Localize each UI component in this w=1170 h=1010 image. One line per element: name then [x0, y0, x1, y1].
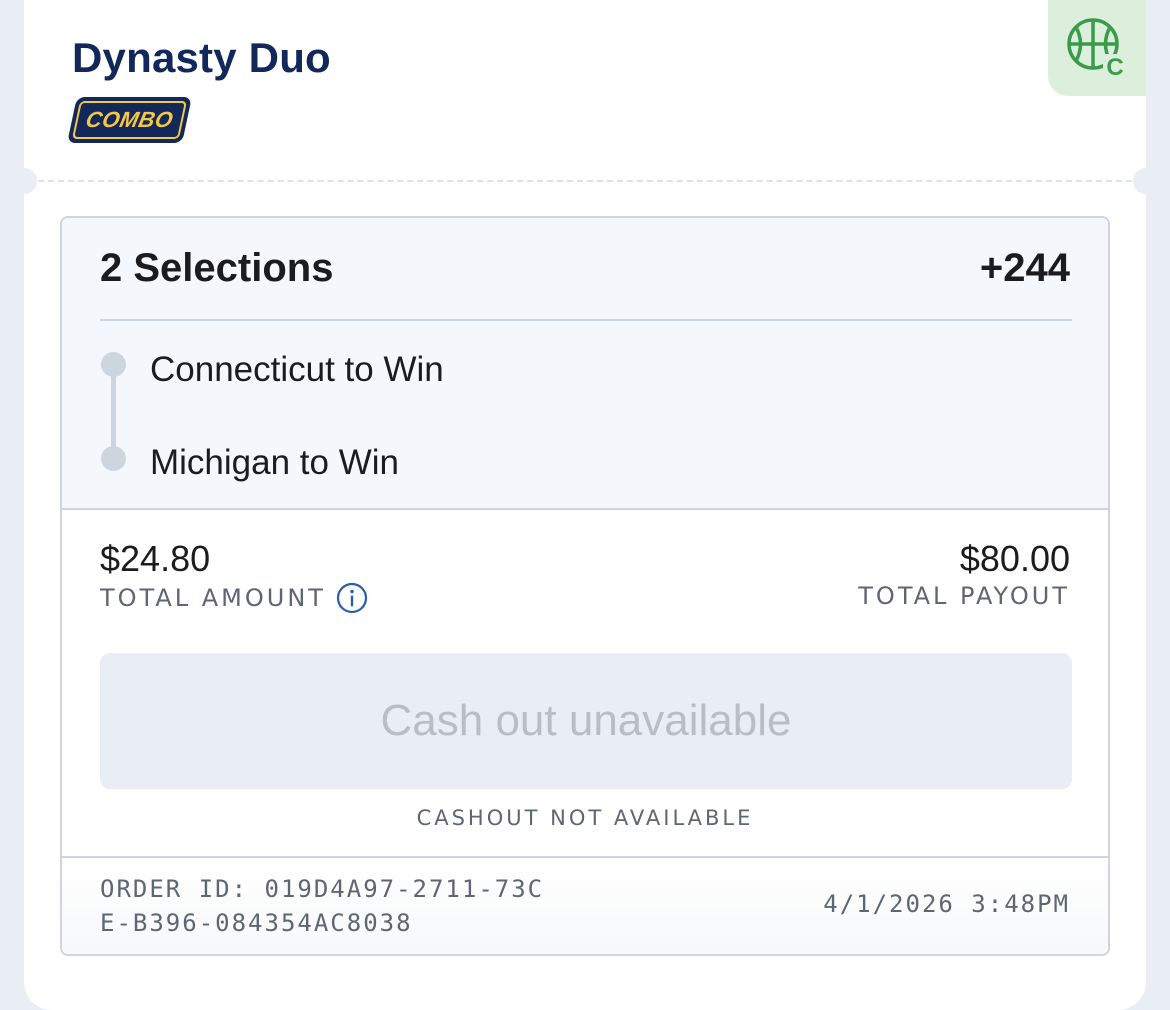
total-amount-label-group: TOTAL AMOUNT — [100, 582, 368, 614]
combo-badge-label: COMBO — [83, 107, 176, 132]
slip-footer: ORDER ID: 019D4A97-2711-73CE-B396-084354… — [62, 856, 1108, 954]
leg-dot — [101, 446, 126, 471]
ticket-notch-left — [11, 168, 37, 194]
combo-badge: COMBO — [67, 97, 192, 143]
leg-label: Connecticut to Win — [150, 350, 444, 389]
leg-dot — [101, 352, 126, 377]
bet-slip: 2 Selections +244 Connecticut to Win Mic… — [60, 216, 1110, 956]
total-payout-label: TOTAL PAYOUT — [858, 582, 1070, 610]
leg-label: Michigan to Win — [150, 443, 399, 482]
ticket-notch-right — [1133, 168, 1159, 194]
cashout-status-note: CASHOUT NOT AVAILABLE — [416, 806, 754, 830]
sport-badge: C — [1048, 0, 1146, 96]
cash-out-button[interactable]: Cash out unavailable — [100, 653, 1072, 789]
selections-section[interactable]: 2 Selections +244 Connecticut to Win Mic… — [62, 218, 1108, 510]
basketball-icon: C — [1067, 18, 1127, 80]
combined-odds: +244 — [979, 246, 1070, 290]
total-payout-value: $80.00 — [959, 538, 1070, 579]
leg-connector-line — [111, 366, 116, 458]
perforation-divider — [38, 180, 1132, 182]
bet-title: Dynasty Duo — [72, 34, 331, 81]
total-amount-label: TOTAL AMOUNT — [100, 584, 326, 612]
bet-card: Dynasty Duo COMBO C 2 Selections +244 Co… — [11, 0, 1159, 1010]
info-icon[interactable] — [336, 582, 368, 614]
selections-count: 2 Selections — [100, 246, 334, 290]
order-id: ORDER ID: 019D4A97-2711-73CE-B396-084354… — [100, 875, 545, 937]
sport-badge-letter: C — [1106, 54, 1123, 80]
selections-divider — [100, 319, 1072, 321]
bet-timestamp: 4/1/2026 3:48PM — [823, 890, 1070, 918]
total-amount-value: $24.80 — [100, 538, 211, 579]
